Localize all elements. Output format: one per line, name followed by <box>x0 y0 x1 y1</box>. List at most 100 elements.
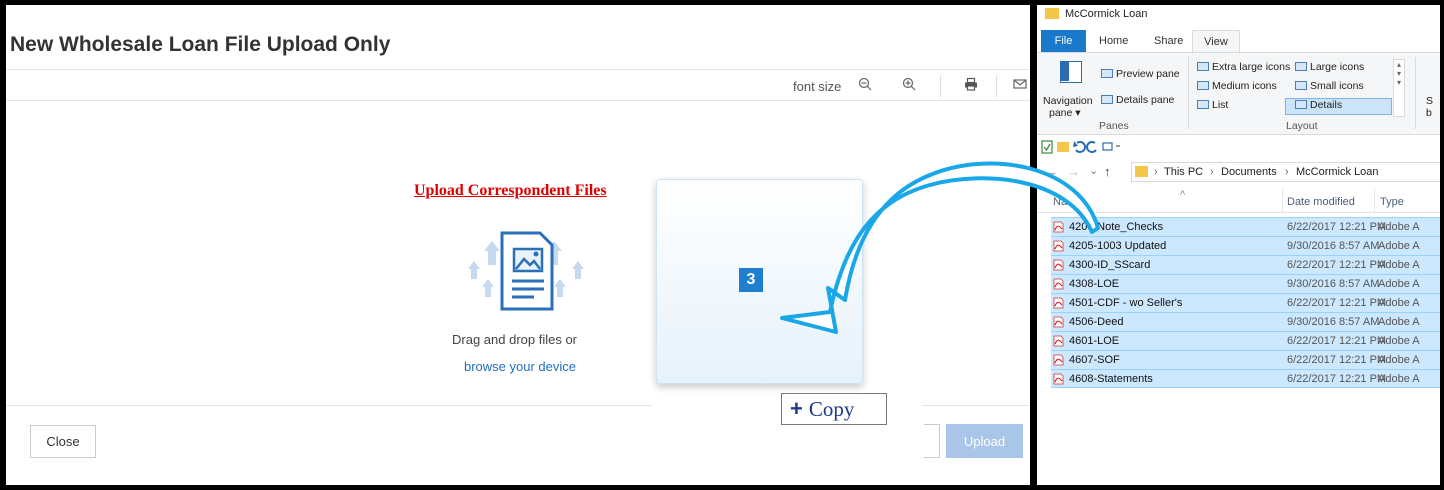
medium-icons-icon <box>1197 81 1209 90</box>
pdf-file-icon <box>1053 373 1064 385</box>
back-arrow-icon[interactable]: ← <box>1045 164 1058 179</box>
upload-correspondent-files-link[interactable]: Upload Correspondent Files <box>414 182 607 200</box>
folder-icon <box>1135 166 1148 177</box>
file-type: Adobe A <box>1378 221 1420 233</box>
print-icon[interactable] <box>961 76 981 96</box>
file-row[interactable]: 4607-SOF 6/22/2017 12:21 PM Adobe A <box>1051 350 1440 369</box>
preview-pane-icon <box>1101 69 1113 78</box>
navigation-pane-button[interactable]: Navigation <box>1043 95 1093 107</box>
file-type: Adobe A <box>1378 278 1420 290</box>
file-name: 4607-SOF <box>1069 354 1120 366</box>
copy-plus-icon: + <box>790 396 803 421</box>
pdf-file-icon <box>1053 278 1064 290</box>
file-name: 4601-LOE <box>1069 335 1120 347</box>
file-date: 6/22/2017 12:21 PM <box>1287 354 1387 366</box>
file-row[interactable]: 4205-1003 Updated 9/30/2016 8:57 AM Adobe … <box>1051 236 1440 255</box>
small-icons-option[interactable]: Small icons <box>1295 80 1364 92</box>
file-date: 6/22/2017 12:21 PM <box>1287 297 1387 309</box>
file-name: 4300-ID_SScard <box>1069 259 1151 271</box>
file-name: 4608-Statements <box>1069 373 1153 385</box>
details-pane-button[interactable]: Details pane <box>1101 94 1174 106</box>
navigation-pane-icon[interactable] <box>1060 61 1082 83</box>
preview-pane-button[interactable]: Preview pane <box>1101 68 1180 80</box>
sort-by-partial[interactable]: S <box>1426 95 1433 107</box>
file-type: Adobe A <box>1378 335 1420 347</box>
layout-group-label: Layout <box>1286 120 1318 132</box>
file-name: 4203-Note_Checks <box>1069 221 1164 233</box>
navigation-pane-dropdown[interactable]: pane ▾ <box>1049 107 1081 119</box>
column-name[interactable]: Name <box>1053 196 1082 208</box>
ribbon-divider <box>1188 57 1189 129</box>
file-row[interactable]: 4608-Statements 6/22/2017 12:21 PM Adobe A <box>1051 369 1440 388</box>
mail-icon[interactable] <box>1010 76 1030 96</box>
column-divider[interactable] <box>1374 189 1375 213</box>
drag-drop-text: Drag and drop files or <box>452 332 578 347</box>
file-row[interactable]: 4501-CDF - wo Seller's 6/22/2017 12:21 PM… <box>1051 293 1440 312</box>
file-date: 9/30/2016 8:57 AM <box>1287 240 1380 252</box>
list-option[interactable]: List <box>1197 99 1228 111</box>
column-date-modified[interactable]: Date modified <box>1287 196 1355 208</box>
large-icons-option[interactable]: Large icons <box>1295 61 1364 73</box>
extra-large-icons-option[interactable]: Extra large icons <box>1197 61 1290 73</box>
zoom-in-icon[interactable] <box>899 76 919 96</box>
partially-hidden-button[interactable] <box>924 424 940 458</box>
large-icons-icon <box>1295 62 1307 71</box>
file-date: 6/22/2017 12:21 PM <box>1287 373 1387 385</box>
modal-toolbar: font size <box>6 69 1030 101</box>
browse-device-link[interactable]: browse your device <box>464 359 576 374</box>
font-size-label: font size <box>793 79 842 94</box>
file-type: Adobe A <box>1378 354 1420 366</box>
breadcrumb-documents[interactable]: Documents <box>1221 166 1277 178</box>
copy-label: Copy <box>808 397 855 421</box>
zoom-out-icon[interactable] <box>855 76 875 96</box>
breadcrumb-folder[interactable]: McCormick Loan <box>1296 166 1379 178</box>
column-header: ^ Name Date modified Type <box>1037 189 1440 213</box>
details-pane-icon <box>1101 95 1113 104</box>
toolbar-divider <box>996 75 997 97</box>
breadcrumb-this-pc[interactable]: This PC <box>1164 166 1203 178</box>
column-divider[interactable] <box>1282 189 1283 213</box>
small-icons-icon <box>1295 81 1307 90</box>
pdf-file-icon <box>1053 240 1064 252</box>
file-row[interactable]: 4203-Note_Checks 6/22/2017 12:21 PM Adobe … <box>1051 217 1440 236</box>
close-button[interactable]: Close <box>30 425 96 458</box>
file-name: 4205-1003 Updated <box>1069 240 1167 252</box>
pdf-file-icon <box>1053 297 1064 309</box>
pdf-file-icon <box>1053 221 1064 233</box>
file-list: 4203-Note_Checks 6/22/2017 12:21 PM Adobe … <box>1051 217 1440 388</box>
file-date: 9/30/2016 8:57 AM <box>1287 316 1380 328</box>
file-row[interactable]: 4506-Deed 9/30/2016 8:57 AM Adobe A <box>1051 312 1440 331</box>
file-type: Adobe A <box>1378 240 1420 252</box>
pdf-file-icon <box>1053 354 1064 366</box>
copy-tooltip: + Copy <box>781 393 887 425</box>
file-row[interactable]: 4308-LOE 9/30/2016 8:57 AM Adobe A <box>1051 274 1440 293</box>
ribbon-tabs: File Home Share View <box>1037 30 1440 52</box>
file-row[interactable]: 4300-ID_SScard 6/22/2017 12:21 PM Adobe A <box>1051 255 1440 274</box>
tab-share[interactable]: Share <box>1154 30 1183 52</box>
file-date: 9/30/2016 8:57 AM <box>1287 278 1380 290</box>
up-arrow-icon[interactable]: ↑ <box>1104 164 1111 179</box>
file-date: 6/22/2017 12:21 PM <box>1287 335 1387 347</box>
sort-by-partial-2[interactable]: b <box>1426 107 1432 119</box>
tab-view[interactable]: View <box>1192 30 1240 52</box>
tab-file[interactable]: File <box>1041 30 1086 52</box>
file-type: Adobe A <box>1378 297 1420 309</box>
layout-scroll[interactable]: ▴ ▾ ▾ <box>1393 59 1405 117</box>
upload-button[interactable]: Upload <box>946 424 1023 458</box>
medium-icons-option[interactable]: Medium icons <box>1197 80 1277 92</box>
folder-icon <box>1045 8 1059 19</box>
column-type[interactable]: Type <box>1380 196 1404 208</box>
file-type: Adobe A <box>1378 373 1420 385</box>
details-option[interactable]: Details <box>1295 99 1342 111</box>
recent-locations-chevron-icon[interactable]: ⌄ <box>1089 164 1098 177</box>
toolbar-divider <box>940 75 941 97</box>
tab-home[interactable]: Home <box>1099 30 1128 52</box>
forward-arrow-icon[interactable]: → <box>1067 164 1080 179</box>
file-row[interactable]: 4601-LOE 6/22/2017 12:21 PM Adobe A <box>1051 331 1440 350</box>
address-bar[interactable]: › This PC › Documents › McCormick Loan <box>1131 162 1440 182</box>
pdf-file-icon <box>1053 316 1064 328</box>
breadcrumb-separator-icon: › <box>1154 166 1158 178</box>
file-date: 6/22/2017 12:21 PM <box>1287 259 1387 271</box>
address-bar-row: ← → ⌄ ↑ › This PC › Documents › McCormic… <box>1037 160 1440 184</box>
window-title-text: McCormick Loan <box>1065 8 1148 20</box>
